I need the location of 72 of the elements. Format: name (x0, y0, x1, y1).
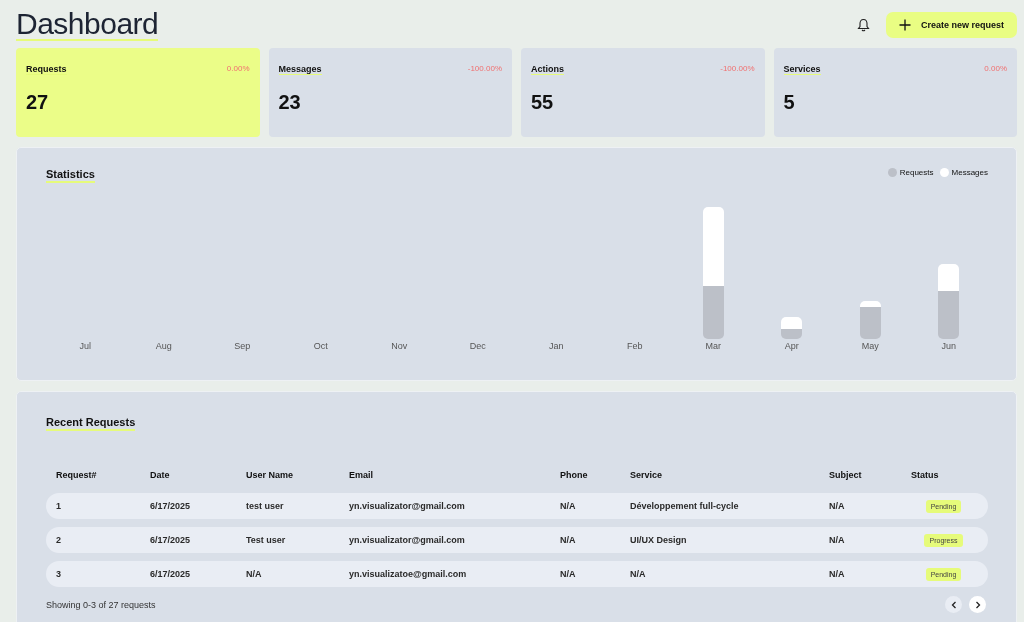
column-header: Phone (560, 470, 589, 480)
stat-card[interactable]: Actions -100.00% 55 (521, 48, 765, 137)
month-label: Oct (313, 341, 328, 351)
card-value: 23 (278, 91, 301, 114)
column-header: Subject (829, 470, 863, 480)
card-label: Messages (278, 64, 322, 75)
table-cell-text: 2 (56, 535, 62, 545)
month-label: Jan (549, 341, 564, 351)
table-cell-text: N/A (560, 569, 577, 579)
table-cell-text: N/A (829, 569, 846, 579)
column-header: Request# (56, 470, 98, 480)
month-label: Jun (941, 341, 956, 351)
card-value: 55 (531, 91, 554, 114)
stat-card[interactable]: Services 0.00% 5 (773, 48, 1017, 137)
table-cell-text: N/A (829, 535, 846, 545)
section-title: Recent Requests (46, 416, 136, 431)
column-header: Service (630, 470, 664, 480)
table-cell-text: N/A (630, 569, 647, 579)
stacked-bar (781, 317, 803, 339)
next-page-button[interactable] (969, 596, 986, 613)
card-label: Services (783, 64, 821, 75)
column-header: Status (910, 470, 940, 480)
month-label: Feb (627, 341, 643, 351)
card-value: 5 (783, 91, 795, 114)
chevron-left-icon (949, 600, 958, 609)
month-label: May (861, 341, 879, 351)
stat-card[interactable]: Messages -100.00% 23 (268, 48, 512, 137)
page-title: Dashboard (16, 9, 159, 41)
month-label: Dec (469, 341, 486, 351)
table-cell-text: Développement full-cycle (630, 501, 740, 511)
card-change: 0.00% (226, 64, 250, 75)
legend-label: Requests (899, 168, 934, 177)
table-cell-text: N/A (560, 535, 577, 545)
legend-label: Messages (951, 168, 988, 177)
table-cell-text: 6/17/2025 (150, 535, 192, 545)
stacked-bar (859, 301, 881, 339)
table-cell-text: 6/17/2025 (150, 501, 192, 511)
pagination-summary: Showing 0-3 of 27 requests (46, 599, 156, 610)
card-change: -100.00% (720, 64, 755, 75)
table-cell-text: yn.visualizator@gmail.com (349, 501, 466, 511)
table-cell-text: 1 (56, 501, 62, 511)
table-cell-text: N/A (829, 501, 846, 511)
table-cell-text: N/A (246, 569, 263, 579)
stat-card[interactable]: Requests 0.00% 27 (16, 48, 260, 137)
chevron-right-icon (973, 600, 982, 609)
month-label: Jul (79, 341, 91, 351)
month-label: Nov (391, 341, 408, 351)
column-header: Date (150, 470, 171, 480)
table-cell-text: 3 (56, 569, 62, 579)
card-change: 0.00% (984, 64, 1007, 75)
plus-icon (898, 19, 911, 31)
card-change: -100.00% (467, 64, 502, 75)
column-header: Email (349, 470, 374, 480)
table-cell-text: N/A (560, 501, 577, 511)
month-label: Apr (784, 341, 799, 351)
card-label: Actions (531, 64, 564, 75)
section-title: Statistics (46, 168, 95, 183)
table-cell-text: Test user (246, 535, 287, 545)
card-value: 27 (26, 91, 49, 114)
create-request-button[interactable]: Create new request (885, 12, 1017, 38)
table-cell-text: UI/UX Design (630, 535, 688, 545)
month-label: Mar (705, 341, 721, 351)
table-cell-text: test user (246, 501, 285, 511)
table-cell-text: 6/17/2025 (150, 569, 192, 579)
column-header: User Name (246, 470, 295, 480)
previous-page-button[interactable] (945, 596, 962, 613)
bell-icon[interactable] (856, 18, 870, 32)
table-cell-text: yn.visualizator@gmail.com (349, 535, 466, 545)
month-label: Aug (155, 341, 172, 351)
card-label: Requests (26, 64, 67, 75)
month-label: Sep (234, 341, 251, 351)
table-cell-text: yn.visualizatoe@gmail.com (349, 569, 468, 579)
